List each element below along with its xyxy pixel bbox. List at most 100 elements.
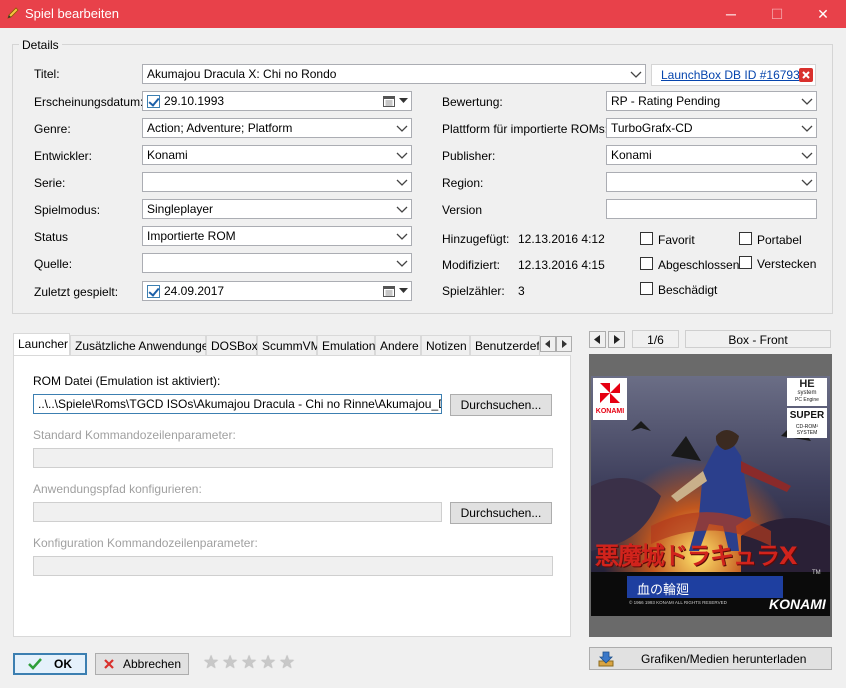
- rating-star-3[interactable]: ★: [241, 652, 257, 673]
- rating-value: RP - Rating Pending: [611, 94, 721, 108]
- platform-combo[interactable]: TurboGrafx-CD: [606, 118, 817, 138]
- chevron-down-icon: [396, 179, 408, 186]
- hide-label: Verstecken: [757, 257, 817, 271]
- genre-label: Genre:: [34, 122, 71, 136]
- maximize-button[interactable]: ☐: [754, 0, 800, 28]
- series-combo[interactable]: [142, 172, 412, 192]
- version-input[interactable]: [606, 199, 817, 219]
- genre-value: Action; Adventure; Platform: [147, 121, 293, 135]
- app-path-input[interactable]: [33, 502, 442, 522]
- last-played-picker[interactable]: 24.09.2017: [142, 281, 412, 301]
- added-value: 12.13.2016 4:12: [518, 232, 605, 246]
- cover-system-logo-3: PC Engine: [795, 397, 819, 403]
- playmode-value: Singleplayer: [147, 202, 214, 216]
- rating-star-4[interactable]: ★: [260, 652, 276, 673]
- ok-button[interactable]: OK: [13, 653, 87, 675]
- chevron-down-icon: [396, 125, 408, 132]
- cover-tm: TM: [812, 570, 821, 576]
- tab-scroll-left[interactable]: [540, 336, 556, 352]
- tab-emulation[interactable]: Emulation: [317, 335, 375, 355]
- chevron-down-icon: [396, 152, 408, 159]
- he-system-logo-box: HE system PC Engine: [787, 378, 827, 406]
- media-type-label: Box - Front: [685, 330, 831, 348]
- tab-other[interactable]: Andere: [375, 335, 421, 355]
- chevron-down-icon: [630, 71, 642, 78]
- download-media-button[interactable]: Grafiken/Medien herunterladen: [589, 647, 832, 670]
- release-date-checkbox[interactable]: [147, 95, 160, 108]
- favorite-checkbox[interactable]: [640, 232, 653, 245]
- chevron-down-icon: [396, 206, 408, 213]
- status-combo[interactable]: Importierte ROM: [142, 226, 412, 246]
- minimize-button[interactable]: ─: [708, 0, 754, 28]
- caret-down-icon: [399, 288, 408, 293]
- rating-star-1[interactable]: ★: [203, 652, 219, 673]
- cancel-x-icon: [104, 659, 114, 669]
- app-path-label: Anwendungspfad konfigurieren:: [33, 482, 202, 496]
- developer-label: Entwickler:: [34, 149, 93, 163]
- source-combo[interactable]: [142, 253, 412, 273]
- tab-scroll-right[interactable]: [556, 336, 572, 352]
- last-played-checkbox[interactable]: [147, 285, 160, 298]
- app-path-browse-button[interactable]: Durchsuchen...: [450, 502, 552, 524]
- region-label: Region:: [442, 176, 484, 190]
- tab-launcher[interactable]: Launcher: [13, 333, 70, 356]
- close-icon: [802, 71, 810, 79]
- cover-konami-bottom: KONAMI: [769, 596, 826, 612]
- remove-link-button[interactable]: [799, 68, 813, 82]
- calendar-icon[interactable]: [383, 286, 395, 297]
- publisher-label: Publisher:: [442, 149, 496, 163]
- completed-label: Abgeschlossen: [658, 258, 740, 272]
- caret-down-icon: [399, 98, 408, 103]
- rating-combo[interactable]: RP - Rating Pending: [606, 91, 817, 111]
- chevron-down-icon: [801, 98, 813, 105]
- portable-checkbox[interactable]: [739, 232, 752, 245]
- playmode-combo[interactable]: Singleplayer: [142, 199, 412, 219]
- tab-notes[interactable]: Notizen: [421, 335, 470, 355]
- chevron-down-icon: [801, 179, 813, 186]
- rating-star-5[interactable]: ★: [279, 652, 295, 673]
- config-cmdline-input[interactable]: [33, 556, 553, 576]
- media-prev-button[interactable]: [589, 331, 606, 348]
- title-combo[interactable]: Akumajou Dracula X: Chi no Rondo: [142, 64, 646, 84]
- tab-custom[interactable]: Benutzerdefi: [470, 335, 540, 355]
- calendar-icon[interactable]: [383, 96, 395, 107]
- region-combo[interactable]: [606, 172, 817, 192]
- tab-dosbox[interactable]: DOSBox: [206, 335, 258, 355]
- close-button[interactable]: ✕: [800, 0, 846, 28]
- rom-browse-button[interactable]: Durchsuchen...: [450, 394, 552, 416]
- tab-additional-apps[interactable]: Zusätzliche Anwendungen: [70, 335, 215, 355]
- download-icon: [598, 651, 614, 666]
- modified-label: Modifiziert:: [442, 258, 501, 272]
- media-next-button[interactable]: [608, 331, 625, 348]
- cover-system-logo-1: HE: [799, 378, 815, 390]
- cover-japanese-subtitle: 血の輪廻: [637, 583, 690, 598]
- publisher-combo[interactable]: Konami: [606, 145, 817, 165]
- konami-logo-icon: [600, 383, 620, 403]
- cancel-label: Abbrechen: [122, 657, 182, 671]
- pencil-icon: [7, 7, 19, 19]
- genre-combo[interactable]: Action; Adventure; Platform: [142, 118, 412, 138]
- release-date-picker[interactable]: 29.10.1993: [142, 91, 412, 111]
- launchbox-db-link[interactable]: LaunchBox DB ID #16793: [661, 68, 800, 82]
- release-date-label: Erscheinungsdatum:: [34, 95, 144, 109]
- broken-checkbox[interactable]: [640, 282, 653, 295]
- chevron-down-icon: [801, 125, 813, 132]
- box-art-image[interactable]: KONAMI HE system PC Engine SUPER CD-ROM²…: [591, 376, 830, 616]
- completed-checkbox[interactable]: [640, 257, 653, 270]
- status-label: Status: [34, 230, 69, 244]
- title-label: Titel:: [34, 67, 60, 81]
- rom-file-input[interactable]: ..\..\Spiele\Roms\TGCD ISOs\Akumajou Dra…: [33, 394, 442, 414]
- modified-value: 12.13.2016 4:15: [518, 258, 605, 272]
- cmdline-input[interactable]: [33, 448, 553, 468]
- cancel-button[interactable]: Abbrechen: [95, 653, 189, 675]
- chevron-down-icon: [396, 233, 408, 240]
- rating-label: Bewertung:: [442, 95, 503, 109]
- rating-star-2[interactable]: ★: [222, 652, 238, 673]
- source-label: Quelle:: [34, 257, 73, 271]
- developer-combo[interactable]: Konami: [142, 145, 412, 165]
- hide-checkbox[interactable]: [739, 256, 752, 269]
- arrow-left-icon: [594, 335, 600, 344]
- arrow-left-icon: [545, 340, 550, 348]
- playmode-label: Spielmodus:: [34, 203, 101, 217]
- tab-scummvm[interactable]: ScummVM: [257, 335, 321, 355]
